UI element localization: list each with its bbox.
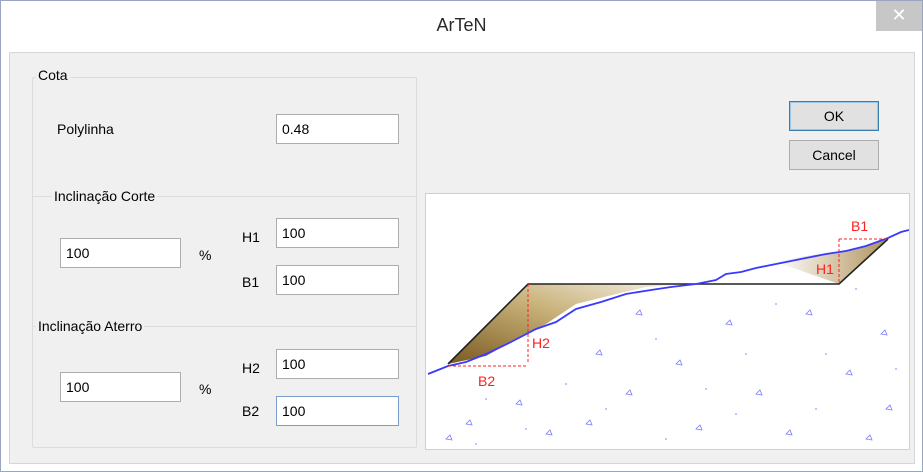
b2-diagram-label: B2 [478,373,495,389]
polylinha-label: Polylinha [57,121,114,137]
close-button[interactable]: ✕ [876,1,922,31]
h2-diagram-label: H2 [532,335,550,351]
aterro-group-label: Inclinação Aterro [36,318,145,334]
dialog-client-area: Cota Polylinha 0.48 Inclinação Corte 100… [9,52,915,464]
h1-input[interactable]: 100 [276,218,399,248]
polylinha-input[interactable]: 0.48 [276,114,399,144]
h1-diagram-label: H1 [816,261,834,277]
h2-label: H2 [242,360,260,376]
close-icon: ✕ [891,5,907,25]
title-bar[interactable]: ArTeN ✕ [1,1,922,51]
b1-label: B1 [242,274,260,290]
corte-percent-symbol: % [199,247,212,263]
dialog-window: ArTeN ✕ Cota Polylinha 0.48 Inclinação C… [0,0,923,472]
cota-group-label: Cota [36,67,70,83]
h1-label: H1 [242,229,260,245]
b1-diagram-label: B1 [851,218,868,234]
ground-line [427,229,909,375]
window-title: ArTeN [436,15,487,35]
slope-preview-diagram: B1 H1 H2 B2 [425,193,910,450]
slope-diagram-svg: B1 H1 H2 B2 [427,218,909,445]
h2-input[interactable]: 100 [276,349,399,379]
b2-label: B2 [242,403,260,419]
aterro-percent-symbol: % [199,381,212,397]
b1-input[interactable]: 100 [276,265,399,295]
cancel-button[interactable]: Cancel [789,140,879,170]
b2-input[interactable]: 100 [276,396,399,426]
aterro-percent-input[interactable]: 100 [60,372,181,402]
corte-group-label: Inclinação Corte [52,188,158,204]
corte-percent-input[interactable]: 100 [60,238,181,268]
ok-button[interactable]: OK [789,101,879,131]
fill-area [448,284,686,364]
